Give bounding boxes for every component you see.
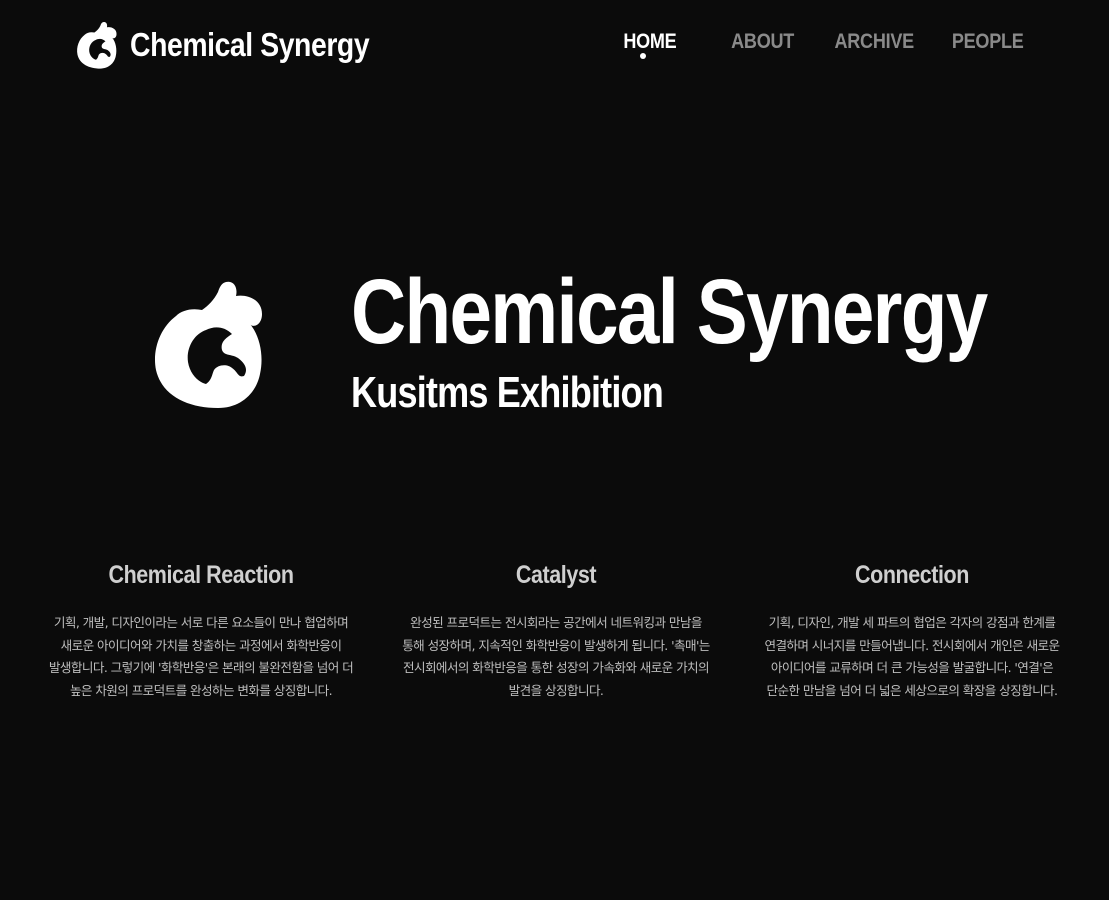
nav-people[interactable]: PEOPLE [952,30,1024,54]
hero-subtitle: Kusitms Exhibition [351,368,664,417]
site-header: Chemical Synergy HOME ABOUT ARCHIVE PEOP… [0,0,1109,90]
nav-about[interactable]: ABOUT [731,30,794,54]
feature-description: 완성된 프로덕트는 전시회라는 공간에서 네트워킹과 만남을 통해 성장하며, … [402,615,710,699]
nav-archive[interactable]: ARCHIVE [834,30,914,54]
main-nav: HOME ABOUT ARCHIVE PEOPLE [0,30,1109,60]
feature-catalyst: Catalyst 완성된 프로덕트는 전시회라는 공간에서 네트워킹과 만남을 … [401,558,711,703]
hero-splash-logo-icon [154,281,262,408]
feature-title: Connection [855,561,969,589]
feature-connection: Connection 기획, 디자인, 개발 세 파트의 협업은 각자의 강점과… [757,558,1067,703]
feature-description: 기획, 개발, 디자인이라는 서로 다른 요소들이 만나 협업하며 새로운 아이… [48,615,354,699]
feature-title: Catalyst [515,561,597,589]
feature-description: 기획, 디자인, 개발 세 파트의 협업은 각자의 강점과 한계를 연결하며 시… [764,615,1060,699]
feature-title: Chemical Reaction [108,561,294,589]
hero-title: Chemical Synergy [351,261,988,363]
nav-home[interactable]: HOME [623,30,676,54]
feature-chemical-reaction: Chemical Reaction 기획, 개발, 디자인이라는 서로 다른 요… [46,558,356,703]
